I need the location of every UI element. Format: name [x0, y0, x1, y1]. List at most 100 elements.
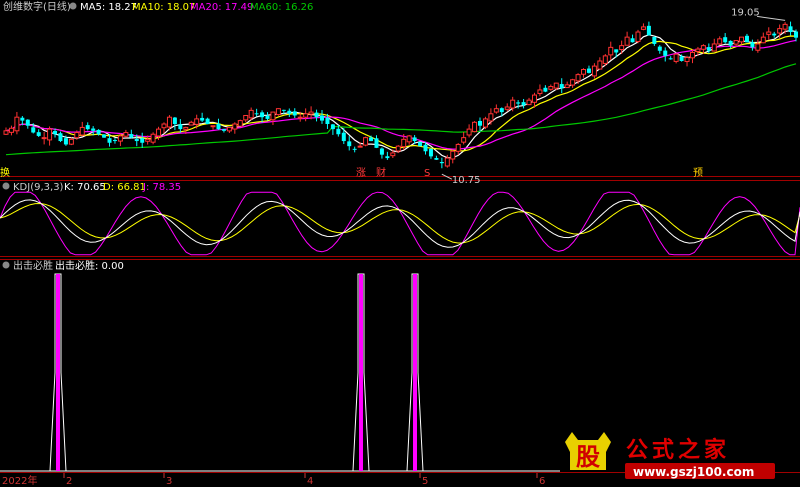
candle-body	[14, 116, 20, 132]
candle-body	[369, 137, 374, 142]
candle-body	[733, 40, 739, 45]
candle-body	[91, 128, 96, 131]
ma60-label: MA60: 16.26	[250, 2, 313, 13]
x-tick-label: 5	[422, 476, 428, 487]
candle-body	[755, 43, 761, 51]
candle-body	[493, 108, 499, 113]
candle-body	[265, 115, 270, 119]
candle-body	[347, 141, 352, 147]
x-axis-year: 2022年	[2, 474, 37, 487]
candle-body	[728, 40, 733, 46]
high-price-label: 19.05	[731, 7, 760, 18]
candle-body	[53, 130, 58, 135]
candle-body	[586, 68, 591, 73]
candle-body	[510, 99, 516, 109]
signal-bar	[359, 274, 363, 471]
candle-body	[248, 109, 254, 119]
candle-body	[308, 111, 314, 115]
candle	[150, 132, 156, 145]
low-price-label: 10.75	[452, 175, 481, 186]
candle-body	[553, 82, 559, 89]
candle-body	[292, 111, 297, 116]
candle	[275, 108, 281, 116]
candle-body	[47, 128, 53, 141]
marker-4: 预	[693, 167, 703, 179]
candle-body	[663, 50, 668, 56]
candle-body	[575, 74, 581, 82]
candle-body	[695, 48, 701, 52]
candle-body	[325, 117, 330, 125]
candle	[673, 53, 679, 64]
chart-background	[0, 0, 800, 487]
candle	[237, 119, 243, 127]
candle-body	[281, 109, 286, 111]
candle-body	[102, 134, 107, 138]
candle-body	[330, 124, 335, 130]
candle-body	[188, 121, 194, 126]
candle-body	[200, 117, 205, 121]
kdj-j-label: J: 78.35	[142, 182, 181, 193]
candle-body	[79, 126, 85, 136]
x-tick-label: 4	[307, 476, 313, 487]
candle-body	[608, 46, 614, 56]
candle-body	[357, 145, 363, 148]
candle-body	[428, 148, 433, 157]
marker-2: 财	[376, 166, 386, 179]
marker-0: 换	[0, 166, 10, 179]
candle-body	[444, 157, 450, 167]
signal-menu-icon[interactable]	[2, 261, 10, 269]
candle-body	[466, 128, 472, 136]
candle-body	[216, 123, 221, 130]
candle	[482, 116, 488, 129]
candle-body	[482, 118, 488, 128]
candle-body	[434, 158, 439, 160]
signal-bar	[413, 274, 417, 471]
candle-body	[564, 84, 570, 89]
candle-body	[194, 118, 200, 125]
candle-body	[232, 123, 238, 130]
candle-body	[145, 138, 151, 142]
candle-body	[652, 36, 657, 44]
candle-body	[96, 129, 101, 135]
candle-body	[374, 138, 379, 148]
candle-body	[385, 156, 390, 159]
main-panel-title: 创维数字(日线)	[3, 0, 71, 13]
candle-body	[287, 110, 292, 114]
signal-name: 出击必胜	[13, 259, 53, 272]
candle-body	[243, 114, 249, 121]
candle-body	[260, 112, 265, 118]
candle-body	[723, 37, 728, 43]
candle-body	[178, 124, 183, 130]
candle	[635, 29, 641, 44]
candle-body	[777, 28, 783, 34]
watermark-icon-char: 股	[576, 443, 600, 471]
x-tick-label: 6	[539, 476, 545, 487]
candle-body	[85, 125, 90, 130]
signal-panel-header: 出击必胜 出击必胜: 0.00	[2, 259, 124, 272]
candle-body	[20, 117, 25, 121]
candle	[102, 133, 107, 138]
main-panel-menu-icon[interactable]	[69, 2, 77, 10]
ma5-label: MA5: 18.27	[80, 2, 137, 13]
candle-body	[700, 45, 706, 50]
candle-body	[275, 108, 281, 116]
candle-body	[684, 57, 690, 63]
candle-body	[112, 140, 117, 142]
candle-body	[706, 47, 711, 51]
candle	[418, 141, 423, 147]
candle-body	[161, 123, 167, 129]
candle-body	[788, 26, 793, 33]
candle-body	[472, 121, 478, 133]
candle-body	[156, 128, 162, 137]
candle-body	[58, 133, 63, 142]
candle-body	[31, 127, 36, 133]
stock-chart[interactable]: 19.05 10.75 创维数字(日线) MA5: 18.27 MA10: 18.…	[0, 0, 800, 487]
candle-body	[521, 102, 526, 106]
candle-body	[401, 138, 407, 148]
candle-body	[237, 120, 243, 127]
candle	[363, 136, 369, 147]
candle-body	[516, 102, 521, 104]
candle-body	[624, 36, 630, 46]
kdj-menu-icon[interactable]	[2, 182, 10, 190]
candle-body	[455, 143, 461, 152]
